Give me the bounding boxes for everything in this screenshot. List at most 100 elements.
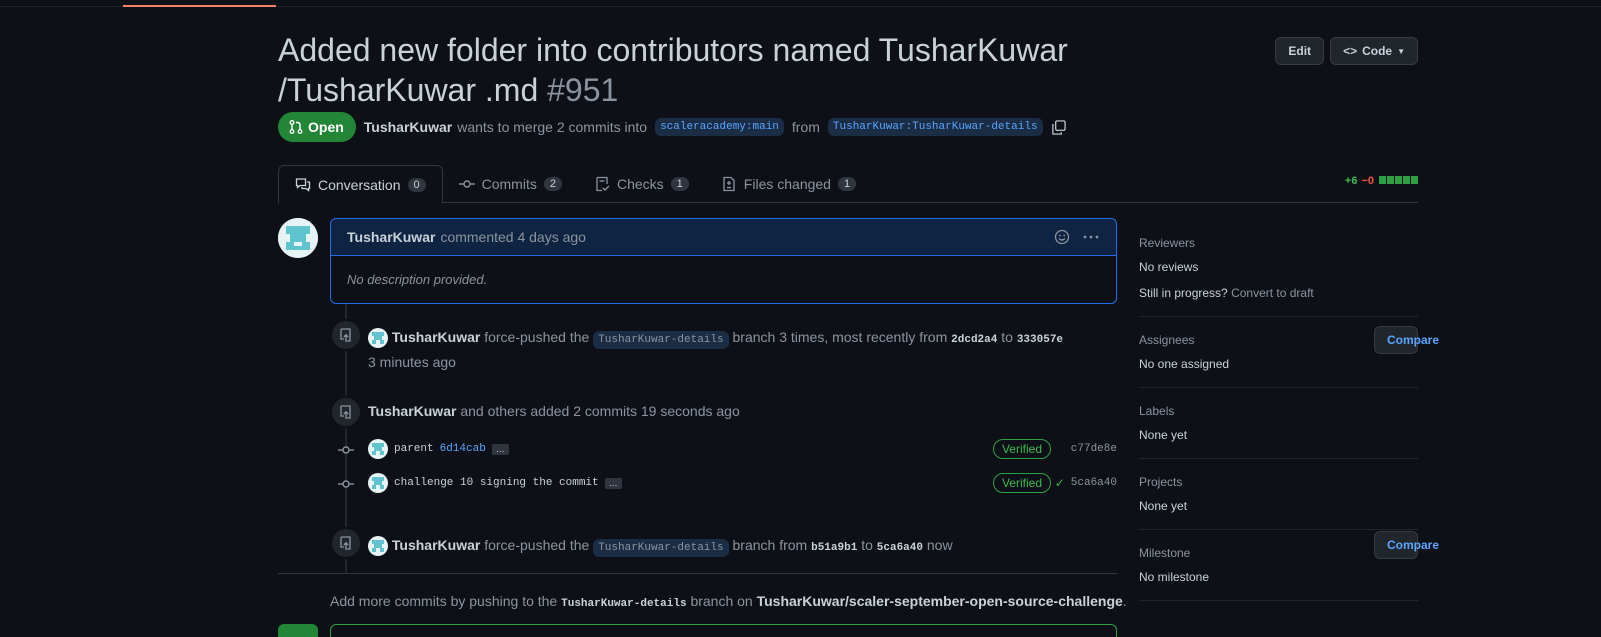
from-sha[interactable]: b51a9b1	[811, 542, 857, 554]
chevron-down-icon: ▼	[1397, 46, 1405, 56]
pr-title-text: Added new folder into contributors named…	[278, 32, 1068, 108]
event-text: force-pushed the	[484, 537, 590, 553]
commit-message[interactable]: challenge 10 signing the commit	[394, 477, 599, 489]
timeline-divider	[278, 573, 1117, 574]
tab-label: Files changed	[743, 176, 831, 192]
repo-link[interactable]: TusharKuwar/scaler-september-open-source…	[757, 593, 1123, 609]
push-note-prefix: Add more commits by pushing to the	[330, 593, 558, 609]
diffstat: +6 −0	[1345, 175, 1418, 187]
sidebar-assignees[interactable]: Assignees No one assigned	[1139, 317, 1418, 388]
sidebar-labels[interactable]: Labels None yet	[1139, 388, 1418, 459]
event-author[interactable]: TusharKuwar	[368, 403, 456, 419]
commit-sha[interactable]: 5ca6a40	[1071, 477, 1117, 489]
pr-tabs: Conversation 0 Commits 2 Checks 1 Files …	[278, 165, 1418, 204]
merge-text: wants to merge 2 commits into	[457, 119, 648, 135]
commit-icon	[338, 446, 354, 454]
pr-state-row: Open TusharKuwar wants to merge 2 commit…	[278, 112, 1066, 142]
tab-counter: 0	[407, 177, 426, 192]
event-time[interactable]: 3 minutes ago	[368, 354, 456, 370]
comment-author[interactable]: TusharKuwar	[347, 229, 435, 245]
event-time[interactable]: now	[927, 537, 953, 553]
status-label: Open	[308, 119, 344, 135]
base-branch[interactable]: scaleracademy:main	[655, 118, 784, 136]
avatar[interactable]	[368, 536, 388, 557]
verified-badge[interactable]: Verified	[992, 473, 1051, 493]
deletions-count: −0	[1361, 175, 1374, 187]
to-text: to	[861, 537, 873, 553]
to-sha[interactable]: 5ca6a40	[877, 542, 923, 554]
event-text: force-pushed the	[484, 329, 590, 345]
comment-actions	[1054, 229, 1100, 245]
sidebar-title[interactable]: Projects	[1139, 475, 1418, 489]
head-branch[interactable]: TusharKuwar:TusharKuwar-details	[827, 118, 1043, 136]
tab-files-changed[interactable]: Files changed 1	[705, 165, 872, 203]
tab-counter: 1	[837, 177, 857, 191]
push-note-suffix: .	[1122, 593, 1127, 609]
sidebar-title[interactable]: Assignees	[1139, 333, 1418, 347]
commit-message[interactable]: parent	[394, 443, 434, 455]
tab-commits[interactable]: Commits 2	[443, 165, 578, 203]
commit-sha[interactable]: c77de8e	[1057, 443, 1117, 455]
sidebar-value: None yet	[1139, 428, 1188, 442]
event-author[interactable]: TusharKuwar	[392, 537, 480, 553]
verified-badge[interactable]: Verified	[992, 439, 1051, 459]
event-text: branch 3 times, most recently from	[732, 329, 948, 345]
file-diff-icon	[723, 176, 735, 192]
code-button[interactable]: <> Code ▼	[1330, 37, 1418, 65]
to-sha[interactable]: 333057e	[1017, 334, 1063, 346]
from-sha[interactable]: 2dcd2a4	[951, 334, 997, 346]
avatar[interactable]	[368, 328, 388, 349]
event-text: and others added 2 commits 19 seconds ag…	[460, 403, 740, 419]
tab-checks[interactable]: Checks 1	[578, 165, 705, 203]
sidebar-milestone[interactable]: Milestone No milestone	[1139, 530, 1418, 601]
avatar[interactable]	[278, 218, 318, 258]
avatar[interactable]	[368, 439, 388, 459]
copy-icon[interactable]	[1051, 119, 1066, 135]
sidebar-title[interactable]: Labels	[1139, 404, 1418, 418]
expand-button[interactable]: …	[604, 477, 622, 489]
commit-icon	[458, 180, 475, 188]
convert-to-draft-link[interactable]: Convert to draft	[1231, 286, 1314, 300]
smiley-icon[interactable]	[1054, 229, 1070, 245]
force-push-event: TusharKuwar force-pushed the TusharKuwar…	[368, 326, 1117, 373]
comment-meta[interactable]: commented 4 days ago	[440, 229, 586, 245]
tab-conversation[interactable]: Conversation 0	[278, 165, 443, 204]
push-note: Add more commits by pushing to the Tusha…	[330, 593, 1127, 610]
identicon	[278, 218, 318, 258]
tab-counter: 1	[670, 177, 689, 191]
parent-sha[interactable]: 6d14cab	[440, 443, 486, 455]
event-author[interactable]: TusharKuwar	[392, 329, 480, 345]
tab-counter: 2	[543, 177, 562, 191]
sidebar-title[interactable]: Milestone	[1139, 546, 1418, 560]
sidebar-title[interactable]: Reviewers	[1139, 236, 1418, 250]
code-button-label: Code	[1362, 44, 1393, 58]
sidebar-value: No one assigned	[1139, 357, 1230, 371]
check-icon[interactable]: ✓	[1055, 476, 1065, 490]
kebab-horizontal-icon[interactable]	[1082, 229, 1100, 245]
merge-box	[330, 624, 1117, 637]
sidebar-reviewers[interactable]: Reviewers No reviews Still in progress? …	[1139, 228, 1418, 317]
sidebar-projects[interactable]: Projects None yet	[1139, 459, 1418, 530]
expand-button[interactable]: …	[491, 443, 509, 455]
branch-label[interactable]: TusharKuwar-details	[593, 539, 729, 557]
commit-icon	[338, 480, 354, 488]
avatar[interactable]	[368, 473, 388, 493]
title-actions: Edit <> Code ▼	[1275, 37, 1418, 65]
pr-sidebar: Reviewers No reviews Still in progress? …	[1139, 228, 1418, 601]
additions-count: +6	[1344, 175, 1358, 187]
pr-author-link[interactable]: TusharKuwar	[364, 119, 452, 135]
pr-number: #951	[547, 72, 619, 108]
branch-label[interactable]: TusharKuwar-details	[593, 331, 729, 349]
sidebar-value: None yet	[1139, 499, 1188, 513]
pull-request-icon	[289, 120, 303, 134]
checklist-icon	[596, 176, 610, 192]
commit-row: challenge 10 signing the commit … Verifi…	[368, 473, 1117, 493]
pr-comment: TusharKuwar commented 4 days ago No desc…	[330, 218, 1117, 304]
push-note-branch: TusharKuwar-details	[561, 598, 687, 610]
draft-prompt: Still in progress? Convert to draft	[1139, 286, 1418, 300]
repo-push-icon	[330, 396, 362, 428]
force-push-event: TusharKuwar force-pushed the TusharKuwar…	[368, 534, 953, 559]
edit-button[interactable]: Edit	[1275, 37, 1325, 65]
from-text: from	[791, 119, 820, 135]
in-progress-text: Still in progress?	[1139, 286, 1228, 300]
